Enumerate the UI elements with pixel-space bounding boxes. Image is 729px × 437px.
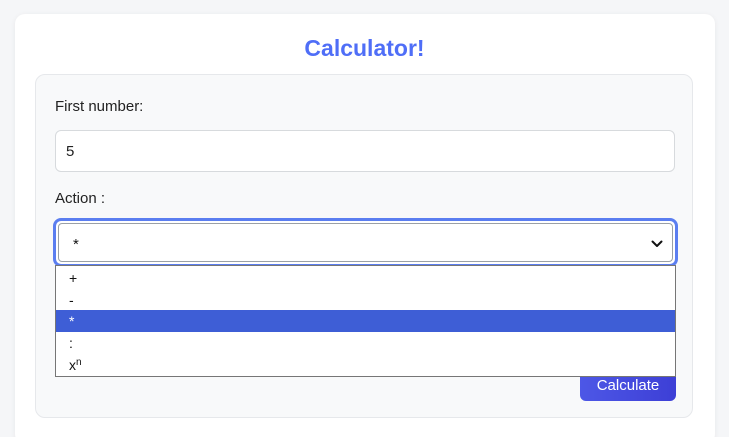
option-label: *	[69, 313, 75, 329]
action-select-field[interactable]: *	[58, 223, 673, 262]
chevron-down-icon[interactable]	[650, 237, 664, 251]
page: Calculator! First number: Action : * Cal…	[0, 0, 729, 437]
action-label: Action :	[55, 190, 106, 207]
action-options-list[interactable]: + - * : xn	[55, 265, 676, 377]
first-number-input[interactable]	[55, 130, 675, 172]
option-label: x	[69, 357, 76, 373]
option-label: :	[69, 335, 73, 351]
first-number-label: First number:	[55, 98, 144, 115]
option-divide[interactable]: :	[56, 332, 675, 354]
option-exponent: n	[76, 357, 82, 368]
option-multiply[interactable]: *	[56, 310, 675, 332]
action-select-value: *	[73, 236, 79, 253]
option-label: +	[69, 270, 78, 286]
option-plus[interactable]: +	[56, 267, 675, 289]
page-title: Calculator!	[304, 35, 425, 61]
action-select[interactable]: *	[53, 218, 678, 267]
option-label: -	[69, 292, 74, 308]
option-minus[interactable]: -	[56, 289, 675, 311]
option-power[interactable]: xn	[56, 354, 675, 376]
